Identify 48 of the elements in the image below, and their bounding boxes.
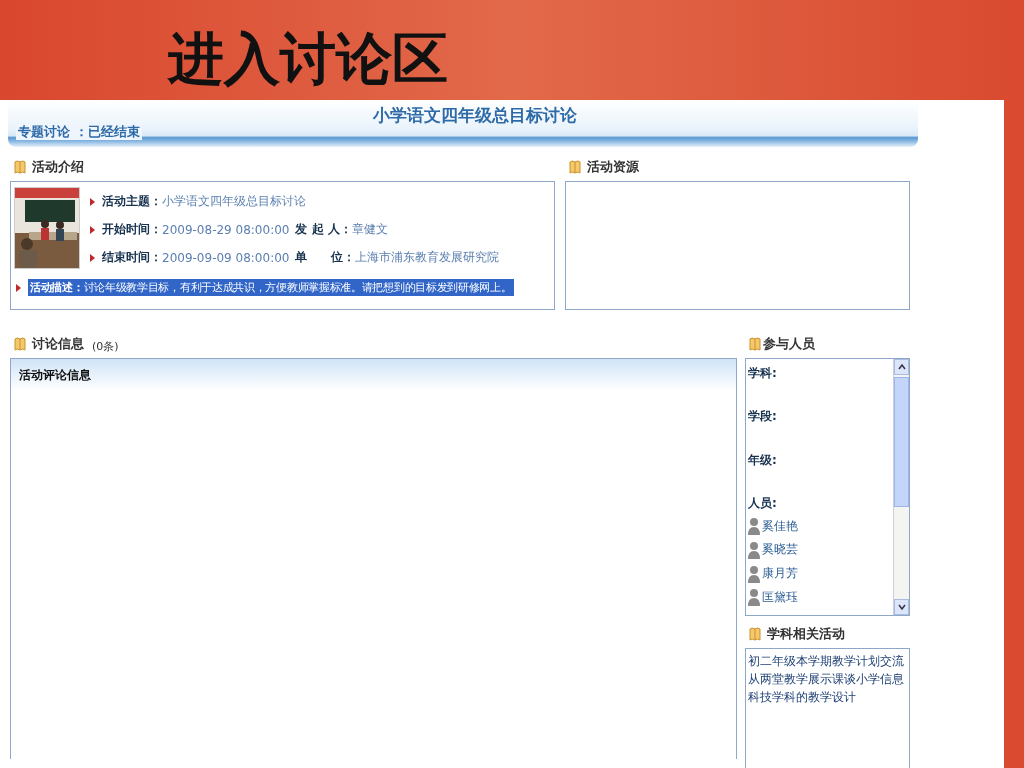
field-label: 人员: [748, 494, 778, 512]
scroll-thumb[interactable] [894, 377, 909, 507]
field-value: 2009-08-29 08:00:00 [162, 222, 290, 237]
book-icon [749, 337, 761, 351]
bullet-icon [16, 283, 21, 292]
field-value: 章健文 [351, 221, 388, 238]
slide-title: 进入讨论区 [166, 24, 449, 93]
person-name[interactable]: 奚晓芸 [762, 541, 798, 559]
page-title: 小学语文四年级总目标讨论 [373, 104, 577, 127]
user-icon [748, 540, 760, 559]
comment-count: (0条) [92, 338, 119, 354]
user-icon [748, 564, 760, 583]
section-heading: 讨论信息 [32, 335, 84, 353]
section-heading: 学科相关活动 [767, 625, 845, 643]
description-text: 活动描述：讨论年级教学目标，有利于达成共识，方便教师掌握标准。请把想到的目标发到研修网上。 [28, 279, 514, 296]
bullet-icon [90, 253, 95, 262]
field-value: 2009-09-09 08:00:00 [162, 250, 290, 265]
field-label: 开始时间： [102, 221, 162, 238]
field-label: 发 起 人： [295, 221, 352, 238]
section-heading: 活动介绍 [32, 158, 84, 176]
related-link[interactable]: 从两堂教学展示课谈小学信息科技学科的教学设计 [748, 670, 907, 706]
table-header: 活动评论信息 [11, 359, 736, 391]
scrollbar[interactable] [893, 359, 909, 615]
field-label: 活动主题： [102, 193, 162, 210]
field-value: 小学语文四年级总目标讨论 [162, 193, 306, 210]
book-icon [14, 337, 26, 351]
status-text: 专题讨论 ：已经结束 [16, 124, 142, 140]
field-label: 单 位： [295, 249, 356, 266]
bullet-icon [90, 225, 95, 234]
field-label: 结束时间： [102, 249, 162, 266]
scroll-up-icon[interactable] [897, 364, 906, 370]
section-heading: 活动资源 [587, 158, 639, 176]
book-icon [569, 160, 581, 174]
related-link[interactable]: 初二年级本学期教学计划交流 [748, 652, 907, 670]
user-icon [748, 517, 760, 536]
field-label: 学段: [748, 408, 778, 426]
book-icon [14, 160, 26, 174]
person-name[interactable]: 康月芳 [762, 565, 798, 583]
user-icon [748, 588, 760, 607]
bullet-icon [90, 197, 95, 206]
person-name[interactable]: 匡黛珏 [762, 588, 798, 606]
field-value: 上海市浦东教育发展研究院 [355, 249, 500, 266]
section-heading: 参与人员 [763, 335, 815, 353]
field-label: 年级: [748, 451, 778, 469]
person-name[interactable]: 奚佳艳 [762, 517, 798, 535]
field-label: 学科: [748, 365, 778, 382]
scroll-down-icon[interactable] [897, 604, 906, 610]
book-icon [749, 627, 761, 641]
